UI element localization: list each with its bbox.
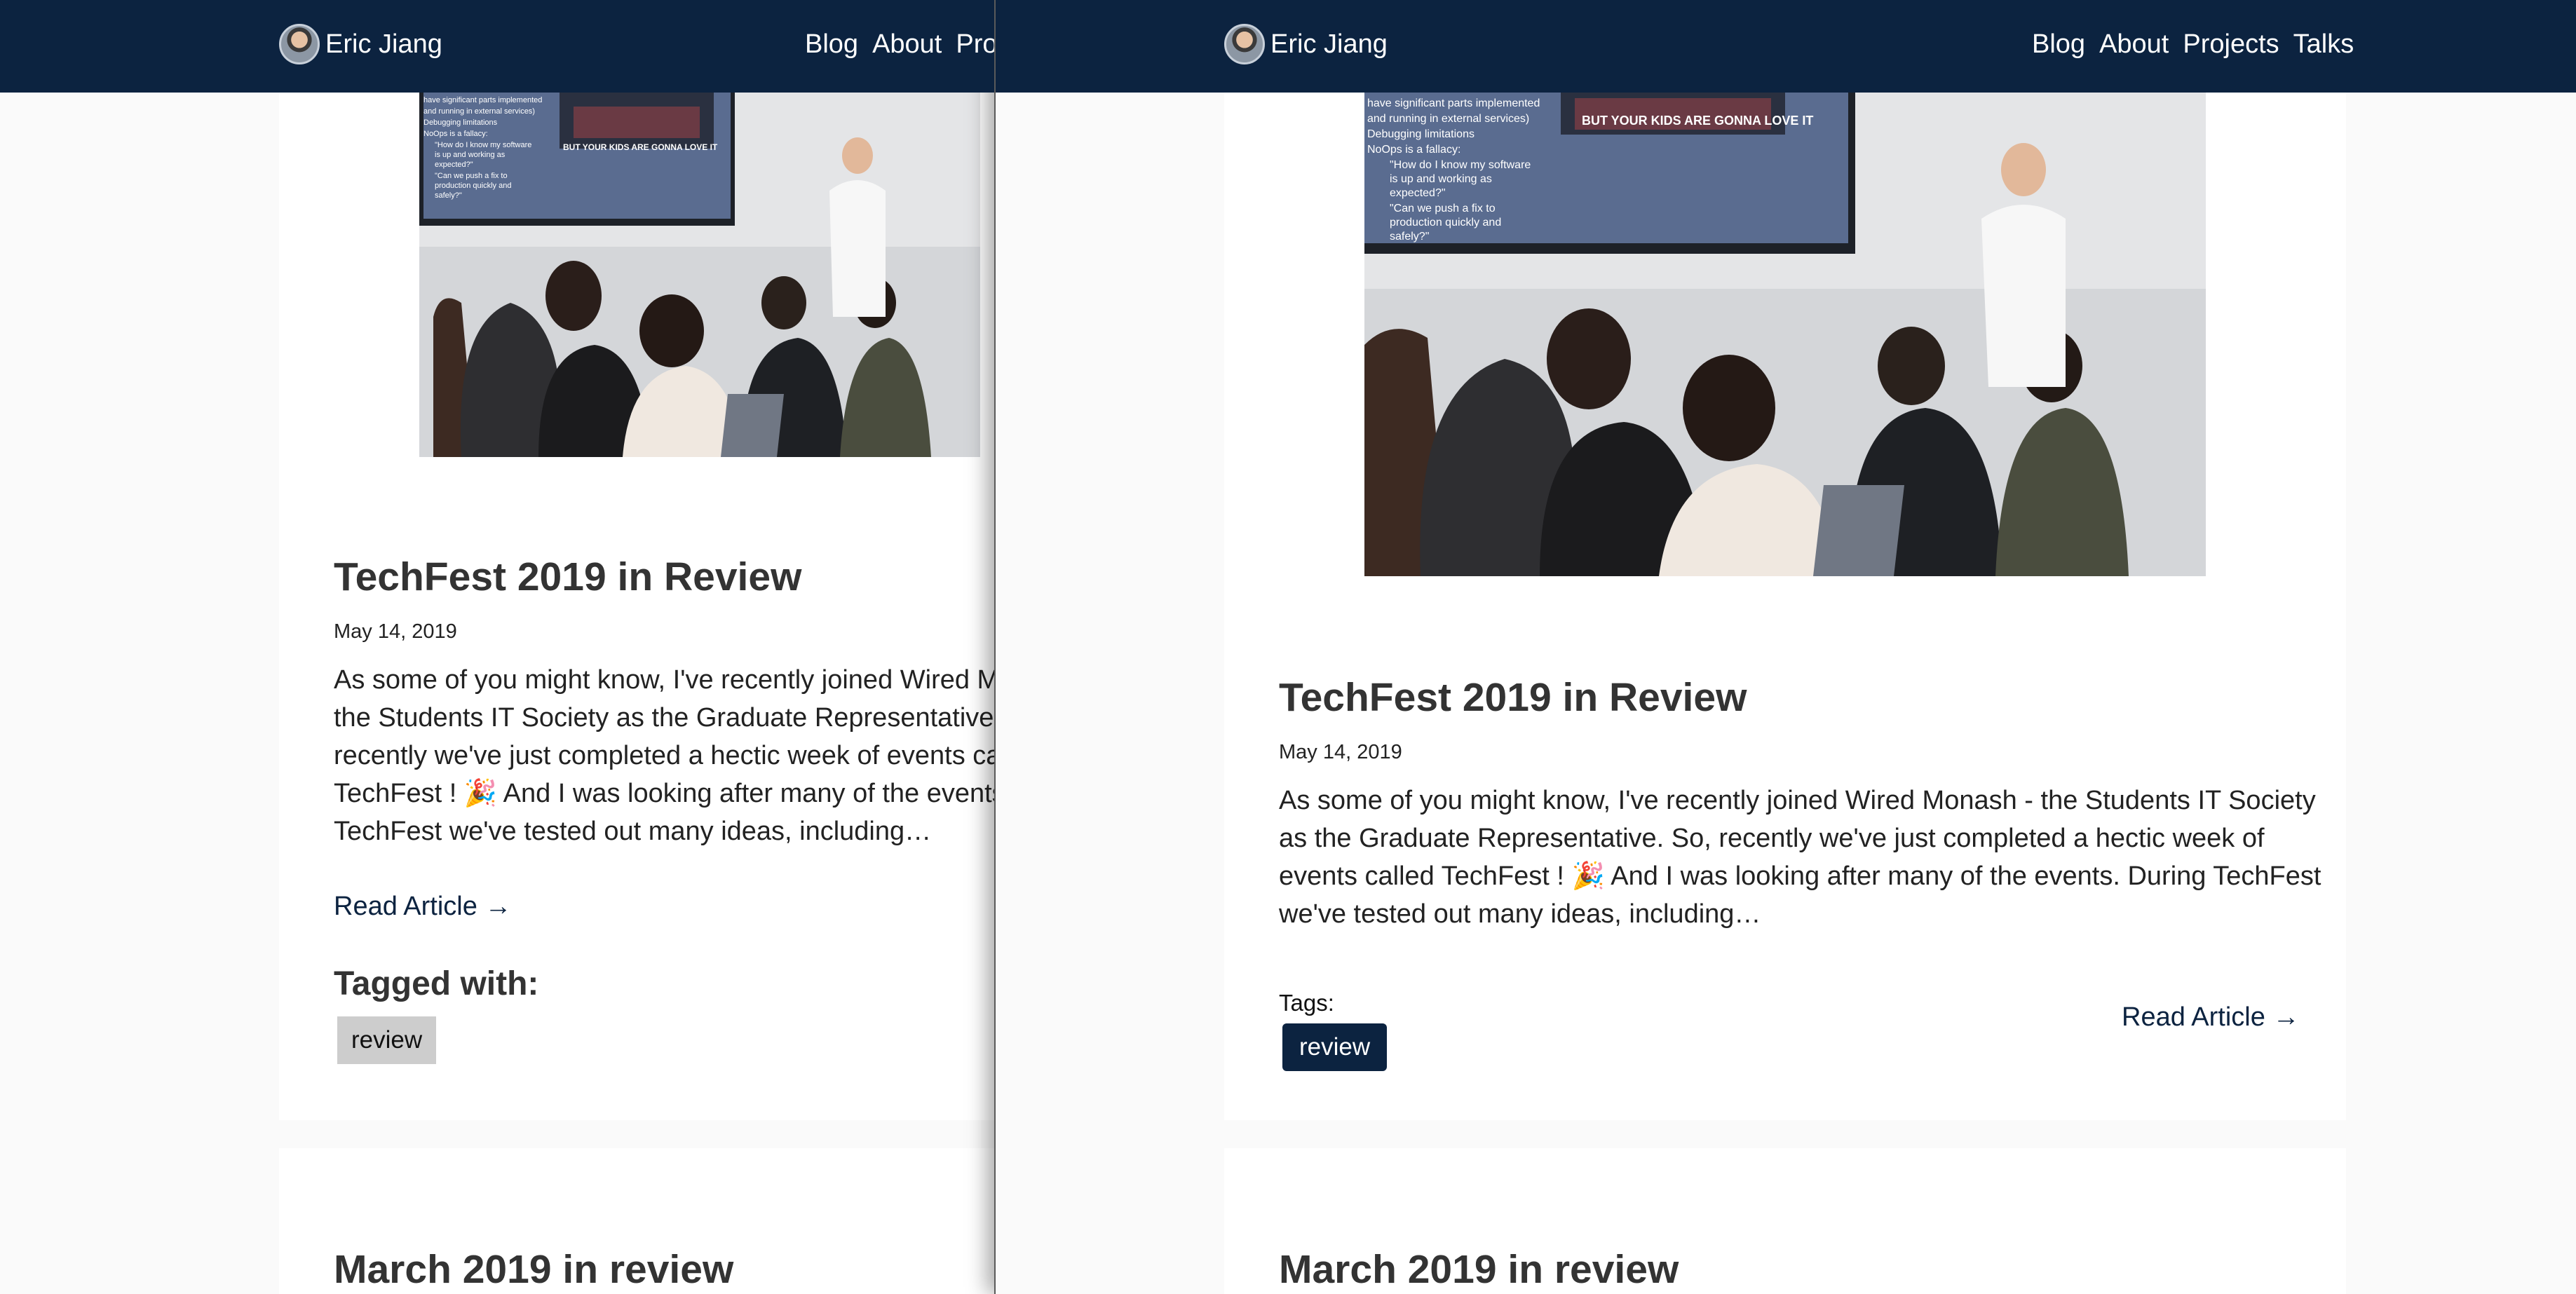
svg-text:"How do I know my software: "How do I know my software (1390, 159, 1531, 171)
svg-text:BUT YOUR KIDS ARE GONNA LOVE I: BUT YOUR KIDS ARE GONNA LOVE IT (1582, 114, 1813, 128)
post-title[interactable]: TechFest 2019 in Review (334, 554, 801, 600)
excerpt-line: recently we've just completed a hectic w… (334, 741, 994, 770)
talk-photo: have significant parts implemented and r… (1364, 93, 2206, 576)
svg-text:have significant parts impleme: have significant parts implemented (423, 96, 542, 104)
svg-text:is up and working as: is up and working as (1390, 173, 1492, 185)
site-brand[interactable]: Eric Jiang (1224, 24, 1388, 64)
excerpt-line: we've tested out many ideas, including… (1279, 899, 1761, 929)
site-owner-name: Eric Jiang (1270, 29, 1388, 59)
tags-label: Tags: (1279, 990, 1334, 1016)
nav-link-about[interactable]: About (872, 29, 942, 60)
top-nav: Eric Jiang Blog About Proj (0, 0, 994, 93)
excerpt-line: TechFest we've tested out many ideas, in… (334, 817, 932, 846)
nav-links: Blog About Proj (805, 29, 994, 60)
right-version-pane: Eric Jiang Blog About Projects Talks hav… (994, 0, 2576, 1294)
svg-text:safely?": safely?" (1390, 231, 1429, 243)
left-version-pane: Eric Jiang Blog About Proj have signific… (0, 0, 994, 1294)
svg-text:production quickly and: production quickly and (1390, 217, 1501, 229)
site-owner-name: Eric Jiang (325, 29, 442, 59)
post-title[interactable]: TechFest 2019 in Review (1279, 674, 1747, 721)
svg-text:have significant parts impleme: have significant parts implemented (1367, 97, 1540, 109)
svg-text:BUT YOUR KIDS ARE GONNA LOVE I: BUT YOUR KIDS ARE GONNA LOVE IT (563, 142, 718, 152)
post-card: March 2019 in review (1224, 1148, 2346, 1294)
svg-text:NoOps is a fallacy:: NoOps is a fallacy: (1367, 144, 1460, 156)
post-hero-image[interactable]: have significant parts implemented and r… (419, 93, 980, 457)
read-article-link[interactable]: Read Article → (2122, 1002, 2299, 1033)
avatar (279, 24, 320, 64)
tag-review[interactable]: review (337, 1016, 437, 1064)
svg-text:and running in external servic: and running in external services) (423, 107, 535, 116)
excerpt-line: events called TechFest ! 🎉 And I was loo… (1279, 861, 2321, 891)
svg-text:NoOps is a fallacy:: NoOps is a fallacy: (423, 130, 488, 138)
tagged-with-heading: Tagged with: (334, 965, 539, 1002)
post-date: May 14, 2019 (334, 620, 457, 643)
nav-link-talks[interactable]: Talks (2293, 29, 2354, 60)
excerpt-line: As some of you might know, I've recently… (1279, 786, 2316, 815)
nav-links: Blog About Projects Talks (2032, 29, 2354, 60)
svg-text:is up and working as: is up and working as (435, 151, 506, 159)
tag-review[interactable]: review (1282, 1023, 1388, 1071)
talk-photo: have significant parts implemented and r… (419, 93, 980, 457)
nav-link-about[interactable]: About (2099, 29, 2169, 60)
post-card: have significant parts implemented and r… (1224, 0, 2346, 1120)
post-title[interactable]: March 2019 in review (334, 1246, 733, 1293)
excerpt-line: as the Graduate Representative. So, rece… (1279, 824, 2265, 853)
svg-text:expected?": expected?" (435, 161, 473, 169)
excerpt-line: TechFest ! 🎉 And I was looking after man… (334, 779, 994, 808)
avatar (1224, 24, 1265, 64)
read-article-link[interactable]: Read Article → (334, 892, 511, 922)
nav-link-projects[interactable]: Proj (956, 29, 994, 60)
excerpt-line: As some of you might know, I've recently… (334, 665, 994, 695)
top-nav: Eric Jiang Blog About Projects Talks (996, 0, 2576, 93)
svg-text:production quickly and: production quickly and (435, 182, 511, 190)
post-card: have significant parts implemented and r… (279, 0, 994, 1120)
post-title[interactable]: March 2019 in review (1279, 1246, 1679, 1293)
post-hero-image[interactable]: have significant parts implemented and r… (1364, 93, 2206, 576)
post-card: March 2019 in review (279, 1148, 994, 1294)
svg-text:"Can we push a fix to: "Can we push a fix to (1390, 203, 1496, 214)
excerpt-line: the Students IT Society as the Graduate … (334, 703, 994, 733)
svg-text:expected?": expected?" (1390, 187, 1446, 199)
svg-text:"How do I know my software: "How do I know my software (435, 141, 531, 149)
svg-text:and running in external servic: and running in external services) (1367, 113, 1529, 125)
nav-link-blog[interactable]: Blog (2032, 29, 2085, 60)
svg-text:Debugging limitations: Debugging limitations (423, 118, 498, 127)
svg-text:Debugging limitations: Debugging limitations (1367, 128, 1475, 140)
nav-link-blog[interactable]: Blog (805, 29, 858, 60)
nav-link-projects[interactable]: Projects (2183, 29, 2279, 60)
post-excerpt: As some of you might know, I've recently… (334, 661, 994, 850)
post-excerpt: As some of you might know, I've recently… (1279, 782, 2321, 933)
post-date: May 14, 2019 (1279, 741, 1402, 763)
svg-text:"Can we push a fix to: "Can we push a fix to (435, 172, 508, 180)
site-brand[interactable]: Eric Jiang (279, 24, 442, 64)
svg-text:safely?": safely?" (435, 191, 462, 200)
